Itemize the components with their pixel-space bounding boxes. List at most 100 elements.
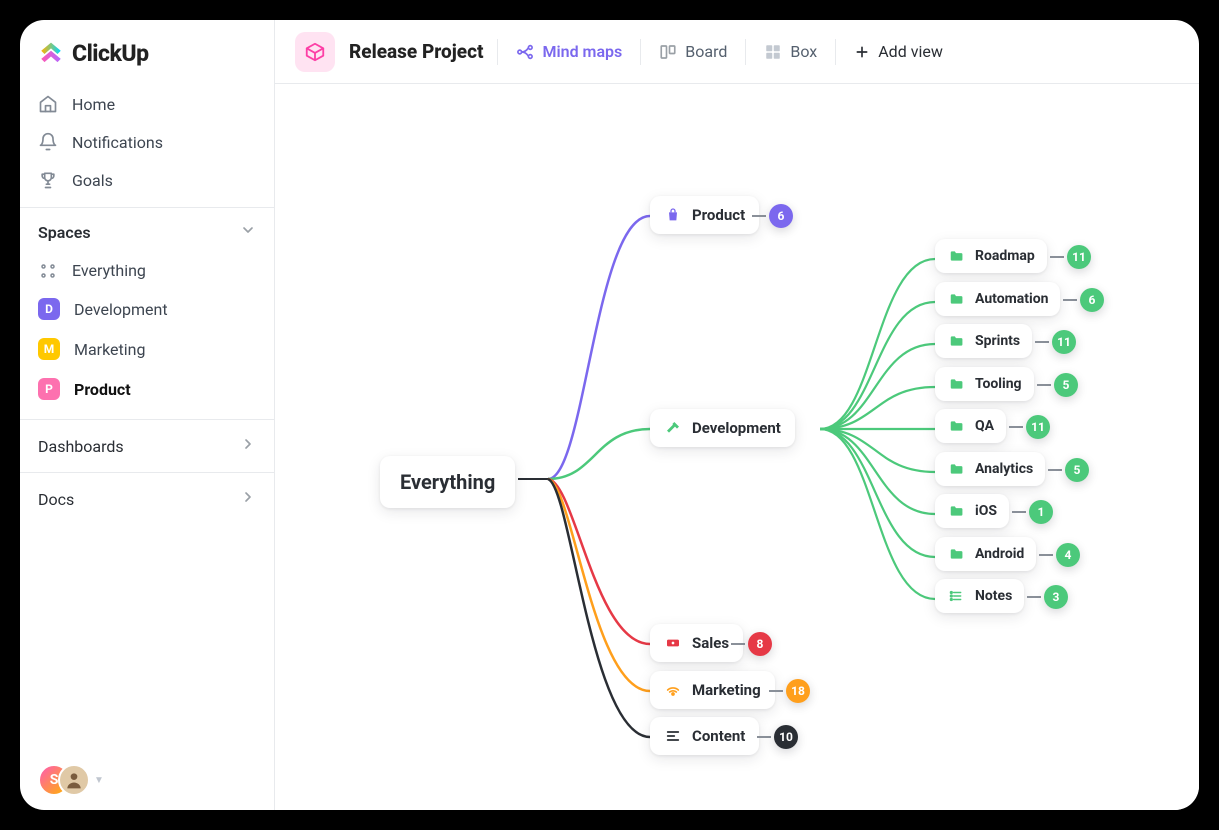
mindmap-child-node[interactable]: QA — [935, 409, 1006, 443]
project-title: Release Project — [349, 40, 483, 63]
connector — [1035, 341, 1049, 343]
caret-down-icon: ▼ — [94, 775, 104, 786]
connector — [1039, 554, 1053, 556]
avatar-stack: S — [38, 764, 90, 796]
node-label: Analytics — [975, 461, 1033, 477]
section-dashboards[interactable]: Dashboards — [20, 419, 274, 472]
space-badge: M — [38, 338, 60, 360]
view-tab-mindmaps[interactable]: Mind maps — [512, 38, 626, 65]
space-label: Everything — [72, 261, 146, 280]
space-badge: P — [38, 378, 60, 400]
topbar: Release Project Mind maps Board — [275, 20, 1199, 84]
mindmap-child-node[interactable]: Android — [935, 537, 1036, 571]
folder-icon — [947, 247, 965, 265]
hammer-icon — [664, 419, 682, 437]
connector — [1012, 511, 1026, 513]
mindmap-node-product[interactable]: Product — [650, 196, 759, 234]
add-view-label: Add view — [878, 42, 943, 61]
mindmap-child-node[interactable]: Notes — [935, 579, 1024, 613]
folder-icon — [947, 545, 965, 563]
plus-icon — [854, 44, 870, 60]
connector — [1027, 596, 1041, 598]
separator — [835, 39, 836, 65]
mindmap-child-node[interactable]: Analytics — [935, 452, 1045, 486]
separator — [745, 39, 746, 65]
space-label: Marketing — [74, 340, 145, 359]
mindmap-root-node[interactable]: Everything — [380, 456, 515, 508]
section-docs[interactable]: Docs — [20, 472, 274, 525]
wifi-icon — [664, 681, 682, 699]
count-badge: 6 — [1080, 288, 1104, 312]
count-badge: 4 — [1056, 543, 1080, 567]
folder-icon — [947, 502, 965, 520]
view-tab-label: Board — [685, 42, 727, 61]
node-label: Content — [692, 727, 745, 745]
folder-icon — [947, 332, 965, 350]
space-product[interactable]: P Product — [20, 369, 274, 409]
view-tab-label: Mind maps — [542, 42, 622, 61]
count-badge: 5 — [1054, 373, 1078, 397]
mindmap-child-node[interactable]: Tooling — [935, 367, 1034, 401]
node-label: Notes — [975, 588, 1012, 604]
add-view-button[interactable]: Add view — [850, 38, 947, 65]
nav-goals[interactable]: Goals — [20, 161, 274, 199]
count-badge: 5 — [1065, 458, 1089, 482]
space-label: Product — [74, 380, 131, 399]
count-badge: 3 — [1044, 585, 1068, 609]
view-tab-box[interactable]: Box — [760, 38, 821, 65]
spaces-title: Spaces — [38, 223, 91, 242]
app-frame: ClickUp Home Notifications Goals Spaces — [20, 20, 1199, 810]
brand-logo[interactable]: ClickUp — [20, 40, 274, 85]
nav-notifications[interactable]: Notifications — [20, 123, 274, 161]
node-label: Tooling — [975, 376, 1022, 392]
board-icon — [659, 43, 677, 61]
count-badge: 11 — [1052, 330, 1076, 354]
spaces-header[interactable]: Spaces — [20, 207, 274, 252]
node-label: Marketing — [692, 681, 761, 699]
node-label: Sales — [692, 634, 729, 652]
mindmap-child-node[interactable]: Roadmap — [935, 239, 1047, 273]
connector — [1063, 299, 1077, 301]
connector — [1048, 469, 1062, 471]
connector — [1037, 384, 1051, 386]
count-badge: 11 — [1026, 415, 1050, 439]
count-badge: 11 — [1067, 245, 1091, 269]
mindmap-child-node[interactable]: Sprints — [935, 324, 1032, 358]
connector — [1050, 256, 1064, 258]
connector — [1009, 426, 1023, 428]
mindmap-canvas[interactable]: Everything Product 6 Development Sales 8 — [275, 84, 1199, 810]
mindmap-node-development[interactable]: Development — [650, 409, 795, 447]
node-label: Everything — [400, 470, 495, 494]
bag-icon — [664, 206, 682, 224]
node-label: Development — [692, 419, 781, 437]
space-badge: D — [38, 298, 60, 320]
folder-icon — [947, 417, 965, 435]
view-tab-board[interactable]: Board — [655, 38, 731, 65]
count-badge: 18 — [786, 679, 810, 703]
space-marketing[interactable]: M Marketing — [20, 329, 274, 369]
count-badge: 8 — [748, 632, 772, 656]
mindmap-node-marketing[interactable]: Marketing — [650, 671, 775, 709]
nav-label: Home — [72, 95, 115, 114]
user-menu[interactable]: S ▼ — [20, 750, 274, 810]
connector — [757, 736, 771, 738]
section-label: Docs — [38, 490, 74, 509]
space-development[interactable]: D Development — [20, 289, 274, 329]
mindmap-node-sales[interactable]: Sales — [650, 624, 743, 662]
bell-icon — [38, 132, 58, 152]
mindmap-node-content[interactable]: Content — [650, 717, 759, 755]
nav-home[interactable]: Home — [20, 85, 274, 123]
trophy-icon — [38, 170, 58, 190]
mindmap-icon — [516, 43, 534, 61]
node-label: Roadmap — [975, 248, 1035, 264]
nav-label: Notifications — [72, 133, 163, 152]
home-icon — [38, 94, 58, 114]
project-icon[interactable] — [295, 32, 335, 72]
node-label: Automation — [975, 291, 1048, 307]
view-tab-label: Box — [790, 42, 817, 61]
mindmap-child-node[interactable]: Automation — [935, 282, 1060, 316]
clickup-logo-icon — [38, 41, 64, 67]
ticket-icon — [664, 634, 682, 652]
mindmap-child-node[interactable]: iOS — [935, 494, 1009, 528]
space-everything[interactable]: Everything — [20, 252, 274, 289]
